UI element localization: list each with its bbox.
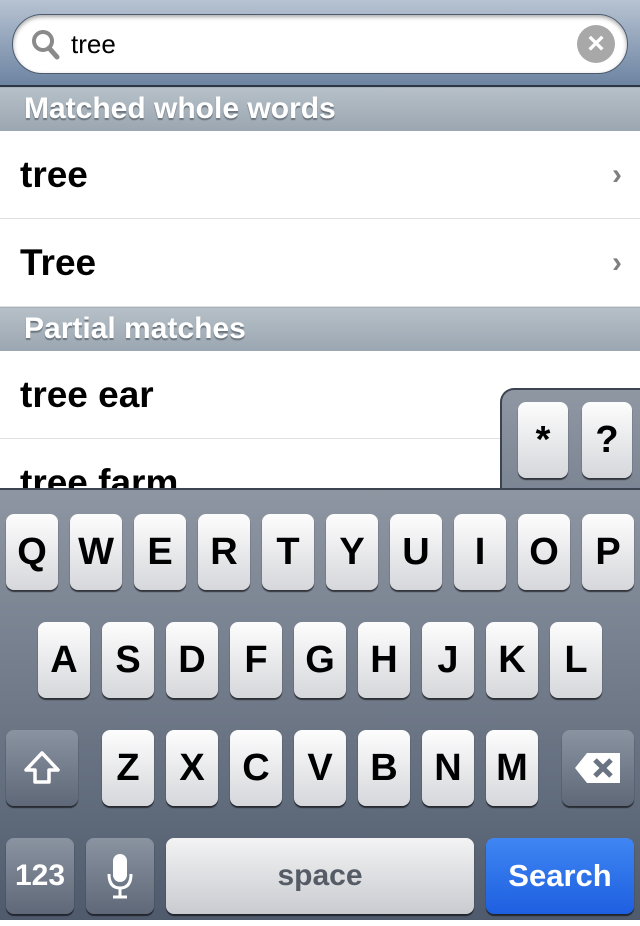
list-item[interactable]: Tree › [0,219,640,307]
search-value: tree [71,29,116,59]
key-y[interactable]: Y [326,514,378,590]
dictation-key[interactable] [86,838,154,914]
space-key[interactable]: space [166,838,474,914]
key-q[interactable]: Q [6,514,58,590]
key-h[interactable]: H [358,622,410,698]
key-question[interactable]: ? [582,402,632,478]
magnifier-icon [32,30,60,60]
shift-key[interactable] [6,730,78,806]
key-z[interactable]: Z [102,730,154,806]
key-asterisk[interactable]: * [518,402,568,478]
key-m[interactable]: M [486,730,538,806]
key-x[interactable]: X [166,730,218,806]
key-o[interactable]: O [518,514,570,590]
key-i[interactable]: I [454,514,506,590]
key-j[interactable]: J [422,622,474,698]
section-header-matched: Matched whole words [0,87,640,131]
key-a[interactable]: A [38,622,90,698]
backspace-icon [575,753,620,783]
key-b[interactable]: B [358,730,410,806]
search-bar: tree × [0,0,640,87]
list-item-label: Tree [20,242,97,283]
key-w[interactable]: W [70,514,122,590]
key-k[interactable]: K [486,622,538,698]
chevron-right-icon: › [612,246,622,279]
list-item-label: tree [20,154,88,195]
chevron-right-icon: › [612,158,622,191]
shift-arrow-icon [24,751,60,784]
key-c[interactable]: C [230,730,282,806]
search-key[interactable]: Search [486,838,634,914]
delete-key[interactable] [562,730,634,806]
clear-circle-icon[interactable]: × [577,25,615,63]
key-p[interactable]: P [582,514,634,590]
list-item[interactable]: tree › [0,131,640,219]
key-g[interactable]: G [294,622,346,698]
key-n[interactable]: N [422,730,474,806]
key-u[interactable]: U [390,514,442,590]
section-header-partial: Partial matches [0,307,640,351]
key-e[interactable]: E [134,514,186,590]
key-r[interactable]: R [198,514,250,590]
numbers-key[interactable]: 123 [6,838,74,914]
key-s[interactable]: S [102,622,154,698]
microphone-icon [107,854,133,899]
key-f[interactable]: F [230,622,282,698]
key-d[interactable]: D [166,622,218,698]
search-input[interactable]: tree × [12,14,628,74]
key-t[interactable]: T [262,514,314,590]
keyboard: 123 space Search QWERTYUIOP ASDFGHJKL ZXCV… [0,488,640,920]
list-item-label: tree ear [20,374,154,415]
key-v[interactable]: V [294,730,346,806]
key-l[interactable]: L [550,622,602,698]
wildcard-accessory: * ? [500,388,640,490]
